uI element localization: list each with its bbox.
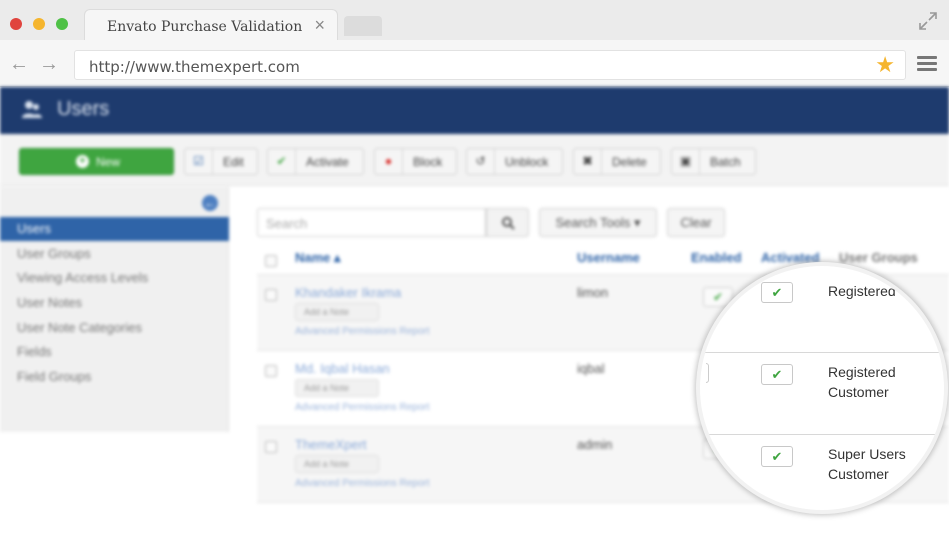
undo-icon: ↺ xyxy=(467,149,495,174)
browser-toolbar: ← → http://www.themexpert.com ★ xyxy=(0,40,949,87)
column-header-enabled[interactable]: Enabled xyxy=(691,250,742,265)
user-name-link[interactable]: ThemeXpert xyxy=(295,437,367,452)
edit-icon: ☑ xyxy=(185,149,213,174)
sidebar-item-user-notes[interactable]: User Notes xyxy=(0,291,229,315)
sidebar-item-field-groups[interactable]: Field Groups xyxy=(0,365,229,389)
arrow-right-icon[interactable]: → xyxy=(39,54,59,74)
check-icon: ✔ xyxy=(268,149,296,174)
browser-tab-bar: Envato Purchase Validation × xyxy=(0,0,949,40)
new-button[interactable]: + New xyxy=(19,148,174,175)
block-button[interactable]: ● Block xyxy=(374,148,457,175)
window-maximize-button[interactable] xyxy=(56,18,68,30)
batch-button-label: Batch xyxy=(710,155,741,169)
sidebar: ← Users User Groups Viewing Access Level… xyxy=(0,187,229,432)
sidebar-item-users[interactable]: Users xyxy=(0,217,229,241)
table-divider xyxy=(700,352,944,353)
username-cell: admin xyxy=(577,437,613,452)
column-header-activated[interactable]: Activated xyxy=(761,250,820,265)
row-checkbox[interactable] xyxy=(265,289,277,301)
screenshot-root: Envato Purchase Validation × ← → http://… xyxy=(0,0,949,533)
username-cell: limon xyxy=(577,285,609,300)
user-group-label: Super Users xyxy=(828,446,906,462)
expand-icon[interactable] xyxy=(918,11,938,31)
users-icon xyxy=(22,101,42,118)
table-divider xyxy=(700,434,944,435)
enabled-badge-edge xyxy=(706,280,709,300)
hamburger-menu-icon[interactable] xyxy=(917,56,937,72)
block-icon: ● xyxy=(375,149,403,174)
edit-button-label: Edit xyxy=(223,155,244,169)
address-bar[interactable]: http://www.themexpert.com ★ xyxy=(74,50,906,80)
activated-check-icon[interactable]: ✔ xyxy=(761,446,793,467)
edit-button[interactable]: ☑ Edit xyxy=(184,148,258,175)
sidebar-item-viewing-access-levels[interactable]: Viewing Access Levels xyxy=(0,266,229,290)
action-toolbar: + New ☑ Edit ✔ Activate ● Block ↺ Unbloc… xyxy=(0,134,949,186)
sidebar-item-user-note-categories[interactable]: User Note Categories xyxy=(0,316,229,340)
window-close-button[interactable] xyxy=(10,18,22,30)
url-text: http://www.themexpert.com xyxy=(89,58,300,76)
username-cell: iqbal xyxy=(577,361,605,376)
batch-icon: ▣ xyxy=(672,149,700,174)
user-name-link[interactable]: Md. Iqbal Hasan xyxy=(295,361,390,376)
page-title: Users xyxy=(57,98,110,120)
clear-button[interactable]: Clear xyxy=(667,208,725,237)
delete-button-label: Delete xyxy=(612,155,647,169)
permissions-report-link[interactable]: Advanced Permissions Report xyxy=(295,402,430,413)
enabled-badge-edge xyxy=(706,363,709,383)
batch-button[interactable]: ▣ Batch xyxy=(671,148,756,175)
permissions-report-link[interactable]: Advanced Permissions Report xyxy=(295,326,430,337)
block-button-label: Block xyxy=(413,155,443,169)
user-name-link[interactable]: Khandaker Ikrama xyxy=(295,285,401,300)
add-note-button[interactable]: Add a Note xyxy=(295,379,379,397)
search-button[interactable] xyxy=(486,208,529,237)
user-group-label: Registered xyxy=(828,364,896,380)
window-minimize-button[interactable] xyxy=(33,18,45,30)
unblock-button-label: Unblock xyxy=(505,155,549,169)
activate-button-label: Activate xyxy=(306,155,349,169)
column-header-name[interactable]: Name ▴ xyxy=(295,250,341,266)
row-checkbox[interactable] xyxy=(265,441,277,453)
delete-icon: ✖ xyxy=(574,149,602,174)
user-group-label: Customer xyxy=(828,384,889,400)
add-note-button[interactable]: Add a Note xyxy=(295,303,379,321)
add-note-button[interactable]: Add a Note xyxy=(295,455,379,473)
activate-button[interactable]: ✔ Activate xyxy=(267,148,364,175)
new-tab-button[interactable] xyxy=(344,16,382,36)
new-button-label: New xyxy=(96,155,121,169)
search-tools-button[interactable]: Search Tools ▾ xyxy=(539,208,657,237)
tab-title: Envato Purchase Validation xyxy=(107,19,303,35)
activated-check-icon[interactable]: ✔ xyxy=(761,282,793,303)
search-input[interactable]: Search xyxy=(257,208,486,237)
arrow-left-icon[interactable]: ← xyxy=(9,54,29,74)
tab-close-icon[interactable]: × xyxy=(314,15,325,35)
column-header-user-groups: User Groups xyxy=(839,250,918,265)
sidebar-item-user-groups[interactable]: User Groups xyxy=(0,242,229,266)
star-icon[interactable]: ★ xyxy=(875,53,895,77)
search-placeholder: Search xyxy=(266,216,308,231)
select-all-checkbox[interactable] xyxy=(265,255,277,267)
user-group-label: Customer xyxy=(828,466,889,482)
row-checkbox[interactable] xyxy=(265,365,277,377)
column-header-username[interactable]: Username xyxy=(577,250,640,265)
user-group-label: Registered xyxy=(828,283,896,299)
browser-tab[interactable]: Envato Purchase Validation × xyxy=(84,9,338,40)
search-icon xyxy=(501,217,515,231)
app-header: Users xyxy=(0,87,949,134)
plus-icon: + xyxy=(76,155,89,168)
magnifier-lens: Activated User Groups ✔ Registered ✔ Reg… xyxy=(700,266,944,510)
unblock-button[interactable]: ↺ Unblock xyxy=(466,148,563,175)
sidebar-item-fields[interactable]: Fields xyxy=(0,340,229,364)
delete-button[interactable]: ✖ Delete xyxy=(573,148,661,175)
collapse-sidebar-icon[interactable]: ← xyxy=(202,195,218,211)
activated-check-icon[interactable]: ✔ xyxy=(761,364,793,385)
permissions-report-link[interactable]: Advanced Permissions Report xyxy=(295,478,430,489)
